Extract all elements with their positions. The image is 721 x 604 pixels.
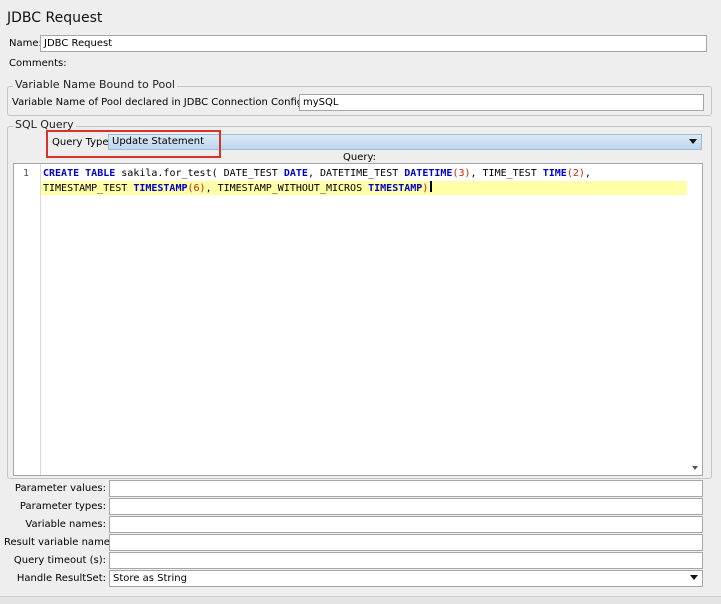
keyword: TABLE: [85, 168, 116, 179]
number-literal: (2): [566, 168, 585, 179]
line-number: 1: [23, 168, 30, 179]
parameter-values-field[interactable]: [109, 480, 703, 497]
code-text: ,: [584, 168, 591, 179]
handle-resultset-select[interactable]: Store as String: [109, 570, 703, 587]
editor-scrollbar[interactable]: [688, 164, 702, 475]
query-timeout-field[interactable]: [109, 552, 703, 569]
parameter-types-field[interactable]: [109, 498, 703, 515]
code-text: TIMESTAMP_TEST: [43, 183, 134, 194]
chevron-down-icon: [689, 139, 697, 144]
sql-code-line-1: CREATE TABLE sakila.for_test( DATE_TEST …: [43, 167, 591, 181]
code-text: , TIME_TEST: [470, 168, 543, 179]
name-field[interactable]: JDBC Request: [40, 35, 707, 52]
highlight-box: [46, 130, 221, 158]
panel-title: JDBC Request: [7, 10, 103, 26]
scroll-down-icon[interactable]: [692, 466, 698, 470]
parameter-values-label: Parameter values:: [14, 483, 106, 494]
comments-label: Comments:: [9, 58, 67, 69]
keyword: TIMESTAMP: [133, 183, 188, 194]
variable-names-label: Variable names:: [25, 519, 106, 530]
handle-resultset-value: Store as String: [113, 573, 187, 584]
result-variable-name-field[interactable]: [109, 534, 703, 551]
number-literal: ): [422, 183, 429, 194]
keyword: DATETIME: [404, 168, 453, 179]
keyword: TIMESTAMP: [368, 183, 423, 194]
pool-legend: Variable Name Bound to Pool: [13, 78, 177, 91]
code-text: , DATETIME_TEST: [307, 168, 405, 179]
query-label: Query:: [343, 152, 377, 163]
sql-code-line-2: TIMESTAMP_TEST TIMESTAMP(6), TIMESTAMP_W…: [43, 181, 433, 196]
code-text: sakila.for_test( DATE_TEST: [115, 168, 284, 179]
text-caret: [430, 181, 433, 192]
comments-field[interactable]: [60, 56, 707, 70]
keyword: TIME: [542, 168, 567, 179]
sql-editor[interactable]: 1 CREATE TABLE sakila.for_test( DATE_TES…: [13, 163, 703, 476]
result-variable-name-label: Result variable name:: [4, 537, 114, 548]
keyword: DATE: [283, 168, 308, 179]
number-literal: (6): [187, 183, 206, 194]
name-label: Name:: [9, 38, 42, 49]
variable-names-field[interactable]: [109, 516, 703, 533]
number-literal: (3): [452, 168, 471, 179]
keyword: CREATE: [43, 168, 80, 179]
chevron-down-icon: [690, 575, 698, 580]
query-timeout-label: Query timeout (s):: [13, 555, 106, 566]
code-text: , TIMESTAMP_WITHOUT_MICROS: [205, 183, 369, 194]
handle-resultset-label: Handle ResultSet:: [16, 573, 106, 584]
bottom-border: [0, 596, 721, 604]
pool-label: Variable Name of Pool declared in JDBC C…: [12, 97, 343, 108]
line-number-gutter: 1: [14, 164, 41, 475]
parameter-types-label: Parameter types:: [19, 501, 106, 512]
pool-name-field[interactable]: mySQL: [299, 94, 704, 111]
